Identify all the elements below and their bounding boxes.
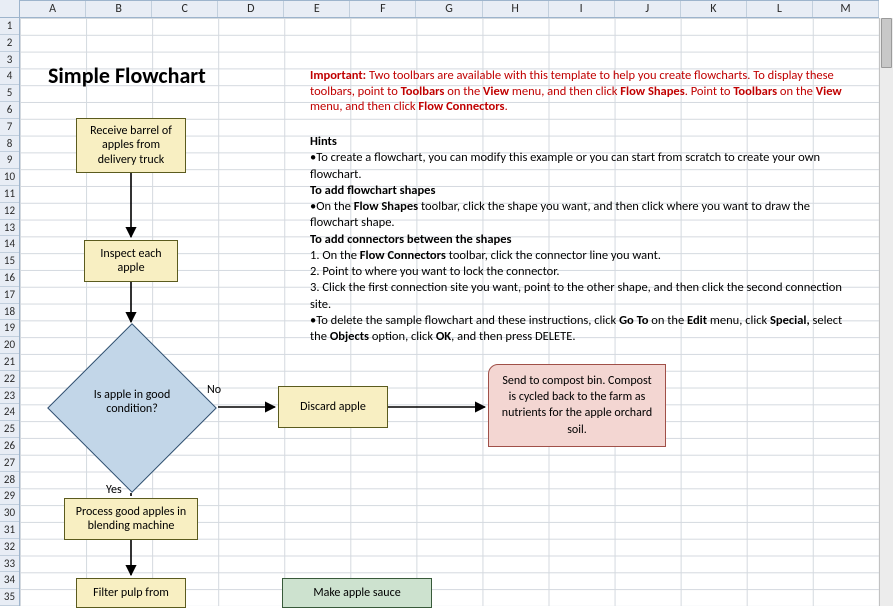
row-header-11[interactable]: 11	[0, 186, 19, 203]
column-header-J[interactable]: J	[615, 1, 681, 17]
row-header-7[interactable]: 7	[0, 119, 19, 136]
column-header-F[interactable]: F	[350, 1, 416, 17]
row-header-14[interactable]: 14	[0, 236, 19, 253]
row-header-28[interactable]: 28	[0, 472, 19, 489]
row-header-27[interactable]: 27	[0, 455, 19, 472]
row-header-18[interactable]: 18	[0, 304, 19, 321]
row-header-21[interactable]: 21	[0, 354, 19, 371]
column-header-G[interactable]: G	[416, 1, 482, 17]
row-header-23[interactable]: 23	[0, 388, 19, 405]
row-header-20[interactable]: 20	[0, 337, 19, 354]
label-no: No	[207, 383, 221, 397]
row-header-16[interactable]: 16	[0, 270, 19, 287]
row-header-1[interactable]: 1	[0, 18, 19, 35]
row-header-31[interactable]: 31	[0, 522, 19, 539]
column-header-I[interactable]: I	[549, 1, 615, 17]
hints-block: Hints •To create a flowchart, you can mo…	[310, 134, 861, 345]
row-header-15[interactable]: 15	[0, 253, 19, 270]
row-header-4[interactable]: 4	[0, 68, 19, 85]
row-header-25[interactable]: 25	[0, 421, 19, 438]
row-header-29[interactable]: 29	[0, 488, 19, 505]
row-header-33[interactable]: 33	[0, 556, 19, 573]
row-header-19[interactable]: 19	[0, 320, 19, 337]
column-header-L[interactable]: L	[747, 1, 813, 17]
shape-inspect[interactable]: Inspect each apple	[84, 240, 178, 282]
shape-filter[interactable]: Filter pulp from	[76, 578, 186, 608]
page-title: Simple Flowchart	[48, 62, 206, 89]
row-header-13[interactable]: 13	[0, 220, 19, 237]
column-header-B[interactable]: B	[86, 1, 152, 17]
row-header-26[interactable]: 26	[0, 438, 19, 455]
row-headers: 1234567891011121314151617181920212223242…	[0, 18, 20, 606]
select-all-corner[interactable]	[0, 0, 20, 18]
important-note: Important: Two toolbars are available wi…	[310, 68, 861, 115]
row-header-12[interactable]: 12	[0, 203, 19, 220]
column-header-E[interactable]: E	[284, 1, 350, 17]
scrollbar-thumb[interactable]	[881, 18, 892, 68]
shape-process[interactable]: Process good apples in blending machine	[64, 498, 198, 540]
label-yes: Yes	[106, 483, 122, 497]
column-header-H[interactable]: H	[483, 1, 549, 17]
column-header-D[interactable]: D	[218, 1, 284, 17]
shape-sauce[interactable]: Make apple sauce	[282, 578, 432, 608]
row-header-6[interactable]: 6	[0, 102, 19, 119]
shape-decision-text: Is apple in good condition?	[87, 388, 177, 416]
row-header-5[interactable]: 5	[0, 85, 19, 102]
column-header-C[interactable]: C	[152, 1, 218, 17]
row-header-9[interactable]: 9	[0, 152, 19, 169]
column-header-K[interactable]: K	[681, 1, 747, 17]
row-header-3[interactable]: 3	[0, 52, 19, 69]
column-header-A[interactable]: A	[20, 1, 86, 17]
row-header-8[interactable]: 8	[0, 136, 19, 153]
row-header-35[interactable]: 35	[0, 589, 19, 606]
row-header-10[interactable]: 10	[0, 169, 19, 186]
row-header-17[interactable]: 17	[0, 287, 19, 304]
worksheet-canvas: Simple Flowchart Important: Two toolbars…	[20, 18, 879, 606]
vertical-scrollbar[interactable]	[879, 18, 893, 606]
row-header-22[interactable]: 22	[0, 371, 19, 388]
shape-discard[interactable]: Discard apple	[278, 386, 388, 428]
column-header-M[interactable]: M	[813, 1, 879, 17]
row-header-2[interactable]: 2	[0, 35, 19, 52]
row-header-34[interactable]: 34	[0, 572, 19, 589]
shape-compost-note[interactable]: Send to compost bin. Compost is cycled b…	[488, 364, 666, 447]
row-header-32[interactable]: 32	[0, 539, 19, 556]
column-headers: ABCDEFGHIJKLM	[20, 0, 879, 18]
important-label: Important:	[310, 68, 366, 83]
row-header-24[interactable]: 24	[0, 404, 19, 421]
shape-receive[interactable]: Receive barrel of apples from delivery t…	[76, 118, 186, 173]
row-header-30[interactable]: 30	[0, 505, 19, 522]
